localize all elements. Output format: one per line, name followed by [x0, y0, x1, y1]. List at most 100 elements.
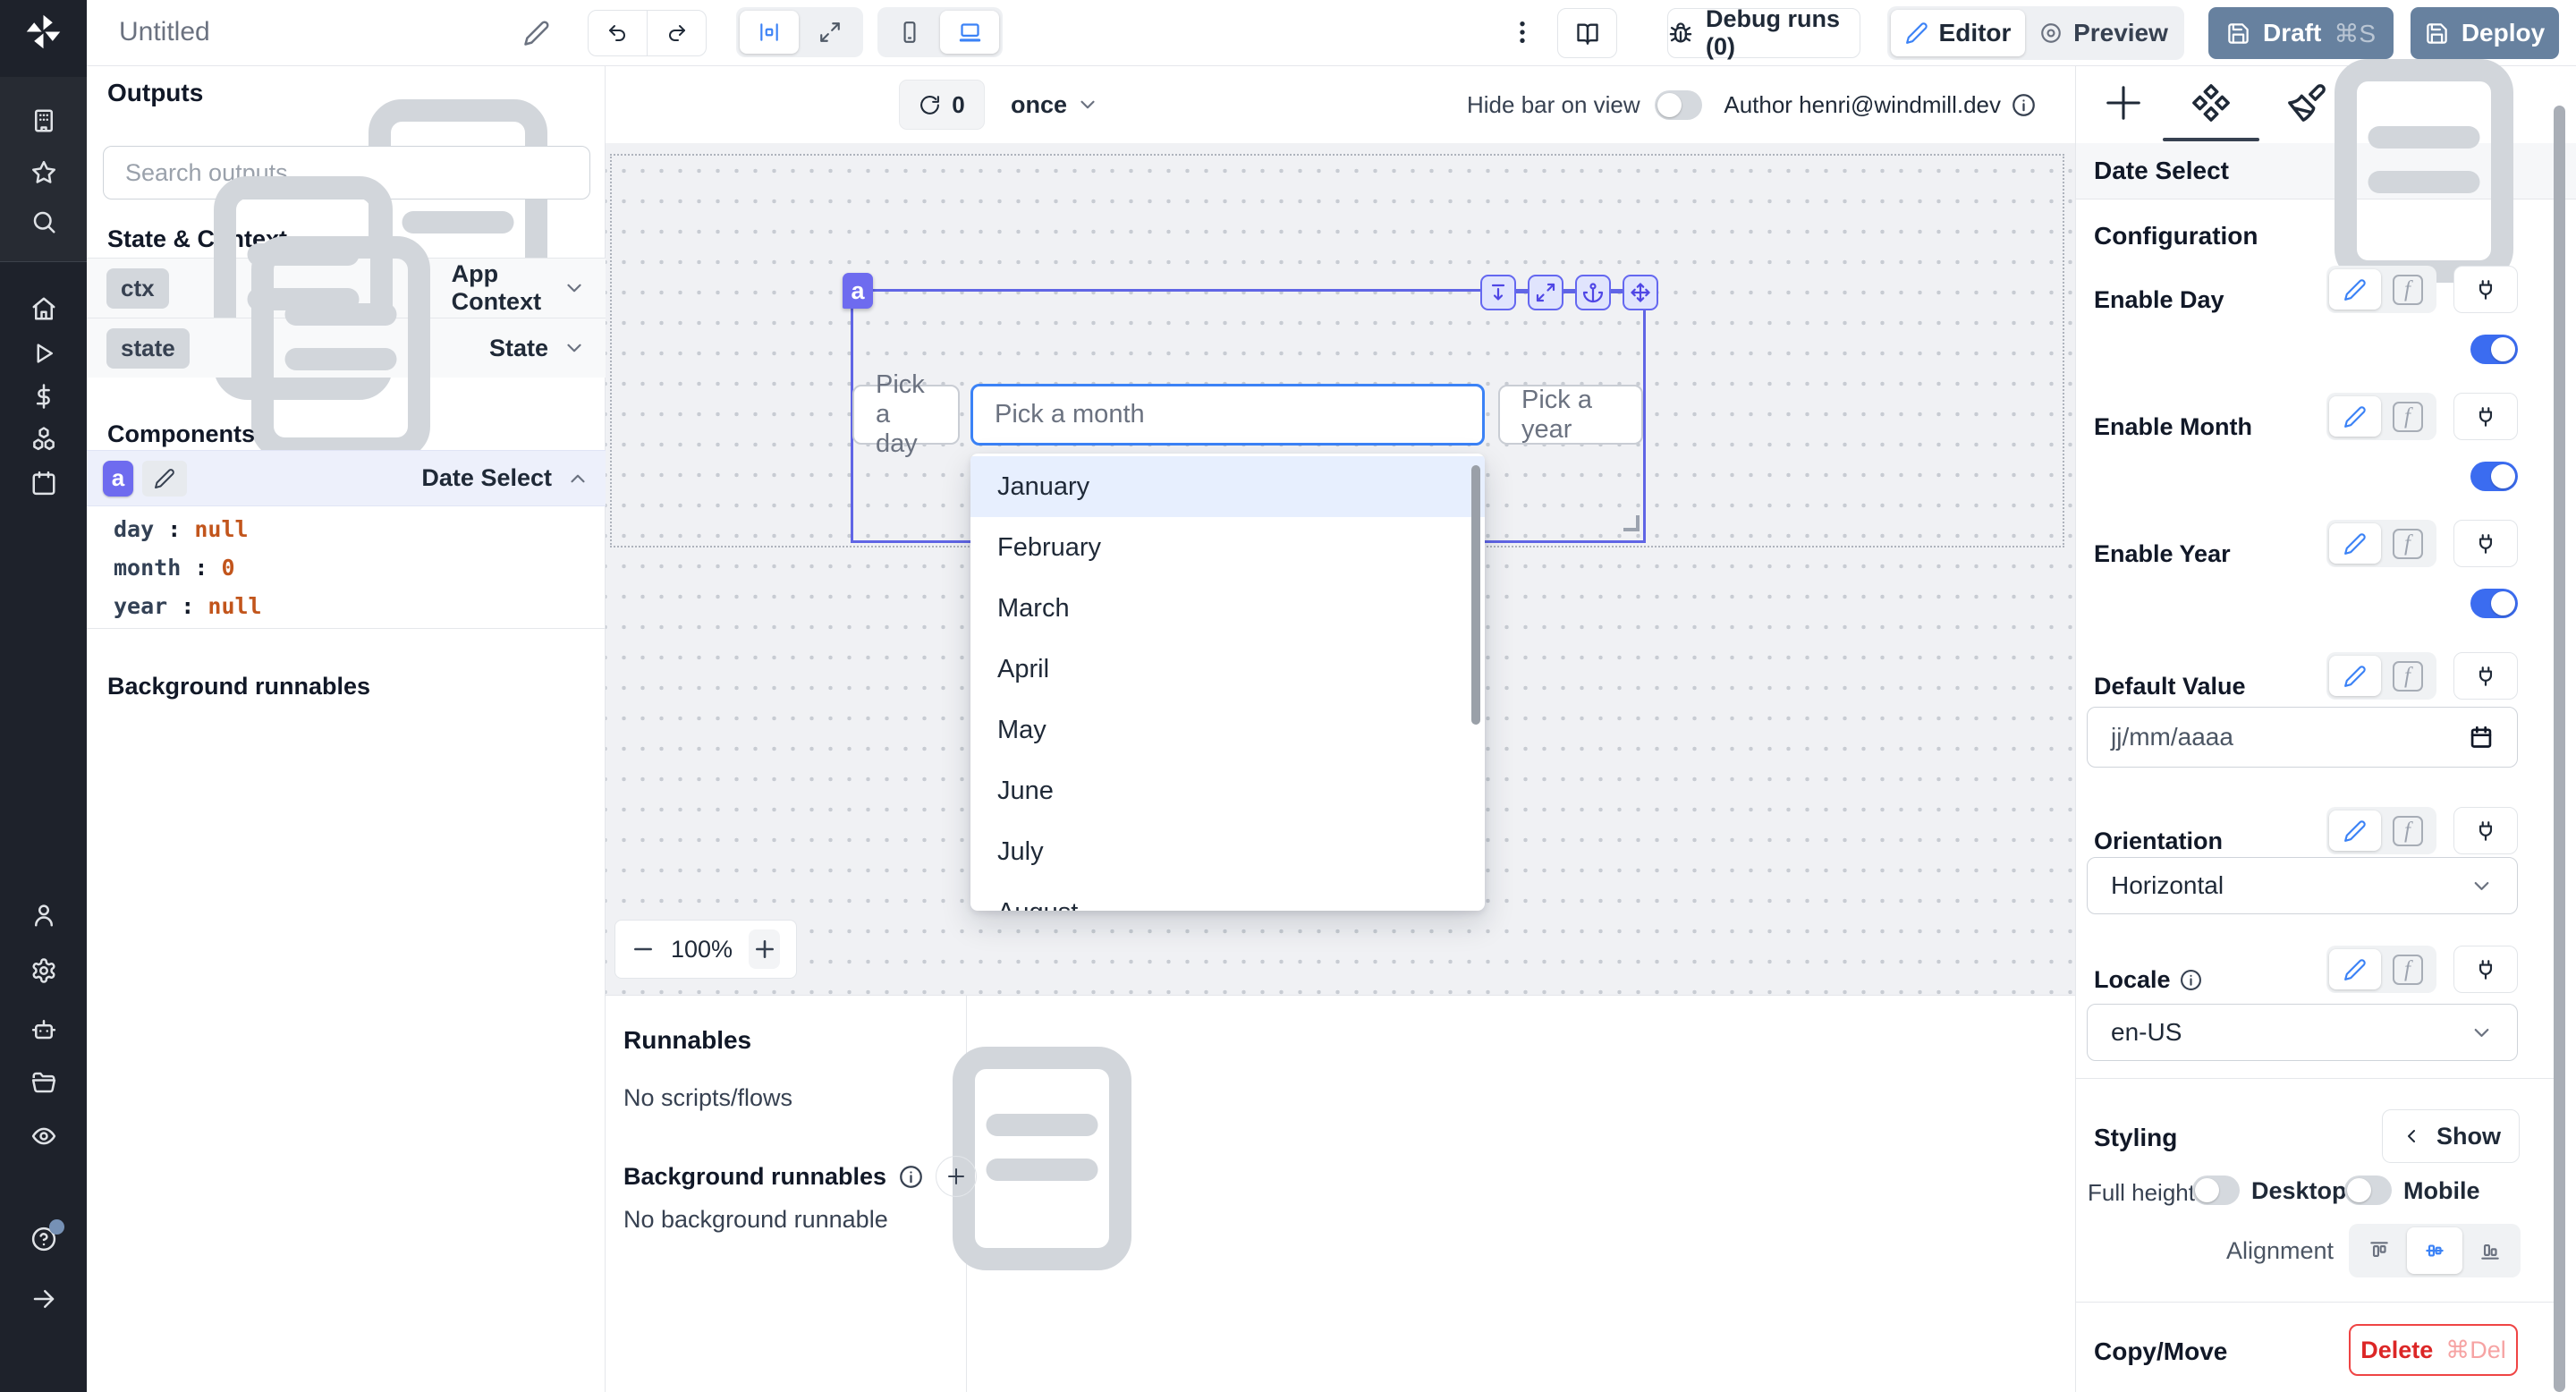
align-top-button[interactable]	[2351, 1227, 2407, 1274]
connect-input-button[interactable]	[2453, 946, 2518, 993]
tab-editor[interactable]: Editor	[1891, 10, 2025, 56]
refresh-interval-select[interactable]: once	[1011, 80, 1099, 130]
desktop-mobile-toggle[interactable]	[2344, 1176, 2392, 1205]
anchor-component-handle[interactable]	[1575, 275, 1611, 310]
sidebar-item-favorites[interactable]	[0, 159, 87, 186]
sidebar-item-workspace[interactable]	[0, 107, 87, 134]
refresh-button[interactable]: 0	[899, 80, 985, 130]
calendar-icon[interactable]	[2469, 725, 2494, 750]
enable-month-toggle[interactable]	[2470, 462, 2518, 491]
component-row-date-select[interactable]: a Date Select	[87, 450, 606, 506]
static-input-button[interactable]	[2329, 523, 2381, 564]
connect-input-button[interactable]	[2453, 807, 2518, 854]
month-select-input[interactable]: Pick a month	[970, 384, 1485, 446]
document-icon[interactable]	[2290, 37, 2558, 305]
full-height-toggle[interactable]	[2192, 1176, 2240, 1205]
month-option[interactable]: June	[970, 760, 1485, 821]
year-select-input[interactable]: Pick a year	[1498, 385, 1643, 445]
hide-bar-toggle[interactable]	[1655, 90, 1702, 120]
expand-component-handle[interactable]	[1528, 275, 1563, 310]
eval-input-button[interactable]: f	[2381, 275, 2434, 305]
locale-select[interactable]: en-US	[2087, 1004, 2518, 1061]
add-background-runnable-button[interactable]	[936, 1156, 977, 1197]
info-icon[interactable]	[899, 1165, 923, 1189]
sidebar-item-home[interactable]	[0, 295, 87, 322]
connect-input-button[interactable]	[2453, 393, 2518, 440]
sidebar-item-variables[interactable]	[0, 383, 87, 410]
align-bottom-button[interactable]	[2462, 1227, 2518, 1274]
pencil-icon	[2343, 665, 2367, 688]
undo-button[interactable]	[589, 11, 648, 55]
sidebar-item-search[interactable]	[0, 208, 87, 235]
connect-input-button[interactable]	[2453, 652, 2518, 700]
month-option[interactable]: February	[970, 517, 1485, 578]
zoom-out-button[interactable]	[631, 938, 655, 961]
connect-input-button[interactable]	[2453, 520, 2518, 567]
rename-component-button[interactable]	[142, 461, 187, 497]
sidebar-item-resources[interactable]	[0, 425, 87, 452]
windmill-logo-icon[interactable]	[23, 12, 64, 52]
sidebar-item-schedules[interactable]	[0, 470, 87, 497]
static-input-button[interactable]	[2329, 811, 2381, 851]
component-badge[interactable]: a	[843, 273, 873, 309]
orientation-select[interactable]: Horizontal	[2087, 857, 2518, 914]
edit-title-pencil-icon[interactable]	[523, 20, 550, 47]
eval-input-button[interactable]: f	[2381, 529, 2434, 559]
info-icon[interactable]	[2012, 93, 2036, 117]
eval-input-button[interactable]: f	[2381, 402, 2434, 432]
dropdown-scrollbar[interactable]	[1471, 465, 1480, 725]
align-center-button[interactable]	[2407, 1227, 2462, 1274]
move-component-handle[interactable]	[1623, 275, 1658, 310]
month-option[interactable]: July	[970, 821, 1485, 882]
eval-input-button[interactable]: f	[2381, 661, 2434, 692]
centered-layout-button[interactable]	[740, 11, 799, 54]
full-width-button[interactable]	[801, 11, 860, 54]
sidebar-item-runs[interactable]	[0, 340, 87, 367]
eval-input-button[interactable]: f	[2381, 816, 2434, 846]
enable-year-toggle[interactable]	[2470, 589, 2518, 618]
chevron-up-icon[interactable]	[566, 467, 589, 490]
static-input-button[interactable]	[2329, 949, 2381, 989]
tab-preview[interactable]: Preview	[2027, 10, 2181, 56]
tab-component-settings[interactable]	[2190, 82, 2232, 123]
sidebar-item-workers[interactable]	[0, 1015, 87, 1042]
play-icon	[30, 340, 57, 367]
static-input-button[interactable]	[2329, 269, 2381, 310]
month-option[interactable]: April	[970, 639, 1485, 700]
month-option[interactable]: January	[970, 456, 1485, 517]
month-option[interactable]: May	[970, 700, 1485, 760]
default-value-date-input[interactable]: jj/mm/aaaa	[2087, 707, 2518, 768]
show-styling-button[interactable]: Show	[2382, 1109, 2520, 1163]
delete-component-button[interactable]: Delete ⌘Del	[2349, 1324, 2518, 1376]
more-menu-kebab-icon[interactable]	[1508, 18, 1537, 47]
debug-runs-button[interactable]: Debug runs (0)	[1667, 8, 1860, 58]
sidebar-item-folders[interactable]	[0, 1069, 87, 1096]
month-option[interactable]: March	[970, 578, 1485, 639]
app-canvas[interactable]: a Pick a day Pick a month Pick a year Ja…	[606, 143, 2075, 996]
docs-button[interactable]	[1557, 8, 1617, 58]
tab-insert-component[interactable]	[2103, 82, 2144, 123]
output-row-state[interactable]: state State	[87, 318, 606, 378]
auto-height-handle[interactable]	[1480, 275, 1516, 310]
component-id-badge[interactable]: a	[103, 461, 133, 497]
static-input-button[interactable]	[2329, 656, 2381, 696]
panel-scrollbar[interactable]	[2554, 106, 2565, 1392]
sidebar-item-help[interactable]	[0, 1226, 87, 1252]
mobile-view-button[interactable]	[881, 11, 938, 54]
connect-input-button[interactable]	[2453, 266, 2518, 313]
sidebar-item-users[interactable]	[0, 902, 87, 929]
enable-day-toggle[interactable]	[2470, 335, 2518, 364]
info-icon[interactable]	[2180, 969, 2202, 991]
static-input-button[interactable]	[2329, 396, 2381, 437]
eval-input-button[interactable]: f	[2381, 955, 2434, 985]
desktop-view-button[interactable]	[940, 11, 999, 54]
sidebar-item-audit-logs[interactable]	[0, 1123, 87, 1150]
component-resize-handle[interactable]	[1623, 515, 1640, 531]
sidebar-item-settings[interactable]	[0, 957, 87, 984]
day-select-input[interactable]: Pick a day	[852, 385, 960, 445]
month-option[interactable]: August	[970, 882, 1485, 911]
chevron-down-icon[interactable]	[563, 336, 586, 360]
sidebar-expand-button[interactable]	[0, 1286, 87, 1312]
zoom-in-button[interactable]	[749, 929, 780, 969]
redo-button[interactable]	[648, 11, 707, 55]
